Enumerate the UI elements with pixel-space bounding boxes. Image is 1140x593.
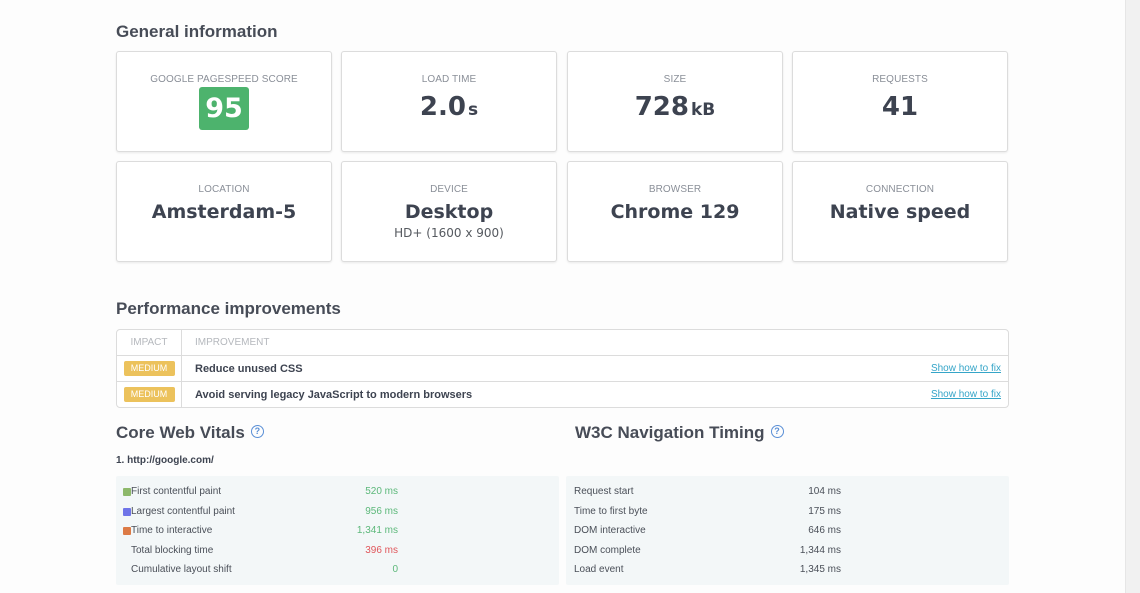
core-web-vitals-title: Core Web Vitals? [116, 423, 264, 443]
metric-row: DOM interactive 646 ms [566, 521, 1009, 541]
metric-value: 1,345 ms [799, 564, 841, 575]
metric-row: Time to first byte 175 ms [566, 502, 1009, 522]
pagespeed-score-card: Google PageSpeed Score 95 [116, 51, 332, 152]
core-web-vitals-metrics: First contentful paint 520 ms Largest co… [116, 476, 559, 585]
improvement-column-header: IMPROVEMENT [195, 337, 270, 348]
w3c-navigation-timing-title: W3C Navigation Timing? [575, 423, 784, 443]
impact-column-header: IMPACT [117, 330, 182, 355]
metric-label: Request start [574, 486, 634, 497]
metric-row-cls: Cumulative layout shift 0 [116, 560, 559, 580]
table-row: MEDIUM Avoid serving legacy JavaScript t… [117, 381, 1008, 407]
pagespeed-score-badge: 95 [199, 87, 249, 130]
metric-value: 0 [392, 564, 398, 575]
core-web-vitals-heading: Core Web Vitals [116, 423, 245, 442]
metric-label: Cumulative layout shift [131, 564, 232, 575]
impact-badge: MEDIUM [123, 361, 175, 376]
show-how-to-fix-link[interactable]: Show how to fix [931, 382, 1001, 407]
metric-row-tti: Time to interactive 1,341 ms [116, 521, 559, 541]
lcp-color-swatch [123, 507, 131, 516]
browser-value: Chrome 129 [610, 201, 740, 223]
card-label: Size [663, 74, 687, 85]
metric-label: DOM complete [574, 544, 641, 556]
card-value: 728 kB [568, 91, 782, 126]
metric-label: First contentful paint [131, 486, 222, 497]
card-label: Device [430, 184, 468, 195]
load-time-unit: s [467, 100, 479, 120]
fcp-color-swatch [123, 488, 131, 496]
device-card: Device Desktop HD+ (1600 x 900) [341, 161, 557, 262]
w3c-navigation-timing-heading: W3C Navigation Timing [575, 423, 765, 442]
improvement-text: Avoid serving legacy JavaScript to moder… [195, 389, 473, 401]
impact-badge: MEDIUM [123, 387, 175, 402]
card-label: Requests [872, 74, 928, 85]
vertical-scrollbar[interactable] [1125, 0, 1140, 593]
card-value: 2.0 s [342, 91, 556, 126]
requests-value: 41 [881, 92, 919, 122]
metric-label: Total blocking time [131, 544, 214, 556]
w3c-timing-metrics: Request start 104 ms Time to first byte … [566, 476, 1009, 585]
load-time-card: Load time 2.0 s [341, 51, 557, 152]
improvement-text: Reduce unused CSS [195, 363, 303, 375]
connection-value: Native speed [829, 201, 971, 223]
metric-row-tbt: Total blocking time 396 ms [116, 541, 559, 561]
metric-label: Load event [574, 564, 624, 575]
metric-label: Largest contentful paint [131, 505, 235, 517]
card-label: Google PageSpeed Score [150, 74, 298, 85]
tested-url: 1. http://google.com/ [116, 455, 214, 466]
requests-card: Requests 41 [792, 51, 1008, 152]
metric-label: Time to interactive [131, 525, 213, 536]
metric-value: 956 ms [365, 505, 398, 517]
metric-label: Time to first byte [574, 505, 648, 517]
metric-value: 646 ms [808, 525, 841, 536]
location-card: Location Amsterdam-5 [116, 161, 332, 262]
load-time-value: 2.0 [419, 92, 466, 122]
help-icon[interactable]: ? [770, 425, 784, 439]
card-label: Browser [648, 184, 702, 195]
device-value: Desktop [404, 201, 494, 223]
metric-value: 104 ms [808, 486, 841, 497]
metric-label: DOM interactive [574, 525, 646, 536]
metric-row: Request start 104 ms [566, 482, 1009, 502]
size-value: 728 [634, 92, 689, 122]
metric-row-fcp: First contentful paint 520 ms [116, 482, 559, 502]
card-label: Location [198, 184, 250, 195]
card-label: Connection [865, 184, 935, 195]
metric-value: 396 ms [365, 544, 398, 556]
metric-value: 1,344 ms [799, 544, 841, 556]
help-icon[interactable]: ? [250, 425, 264, 439]
size-card: Size 728 kB [567, 51, 783, 152]
metric-value: 1,341 ms [356, 525, 398, 536]
device-resolution: HD+ (1600 x 900) [394, 226, 504, 240]
connection-card: Connection Native speed [792, 161, 1008, 262]
performance-improvements-title: Performance improvements [116, 299, 341, 318]
table-row: MEDIUM Reduce unused CSS Show how to fix [117, 355, 1008, 381]
metric-row-lcp: Largest contentful paint 956 ms [116, 502, 559, 522]
metric-row: DOM complete 1,344 ms [566, 541, 1009, 561]
metric-row: Load event 1,345 ms [566, 560, 1009, 580]
card-label: Load time [421, 74, 477, 85]
metric-value: 175 ms [808, 505, 841, 517]
metric-value: 520 ms [365, 486, 398, 497]
location-value: Amsterdam-5 [151, 201, 297, 223]
performance-improvements-table: IMPACT IMPROVEMENT MEDIUM Reduce unused … [116, 329, 1009, 408]
size-unit: kB [691, 100, 716, 120]
table-header-row: IMPACT IMPROVEMENT [117, 330, 1008, 355]
tti-color-swatch [123, 527, 131, 535]
browser-card: Browser Chrome 129 [567, 161, 783, 262]
show-how-to-fix-link[interactable]: Show how to fix [931, 356, 1001, 382]
general-information-title: General information [116, 22, 278, 41]
